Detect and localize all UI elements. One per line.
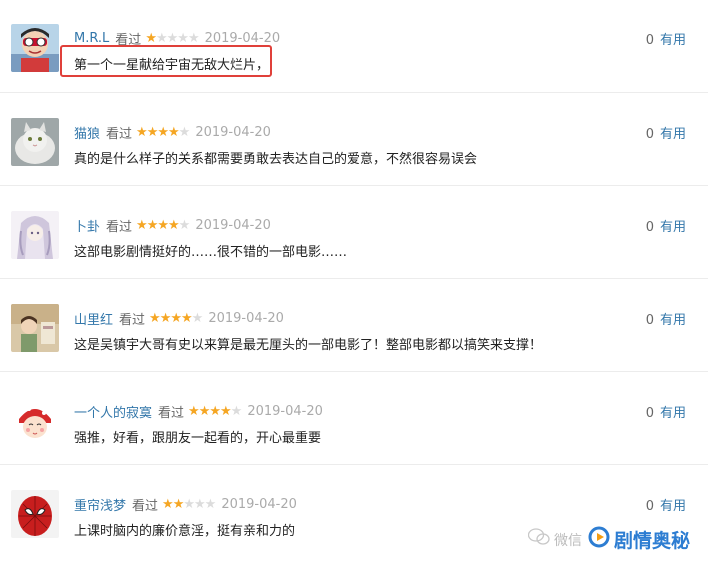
review-date: 2019-04-20 (247, 404, 323, 419)
star-filled-icon: ★ (168, 218, 180, 233)
username-link[interactable]: 猫狼 (74, 123, 100, 142)
useful-button[interactable]: 0 有用 (646, 309, 686, 328)
useful-label: 有用 (659, 499, 686, 514)
avatar[interactable] (11, 118, 59, 166)
star-filled-icon: ★ (172, 497, 185, 512)
avatar[interactable] (11, 211, 59, 259)
review-comment: 真的是什么样子的关系都需要勇敢去表达自己的爱意，不然很容易误会 (74, 152, 478, 167)
username-link[interactable]: 一个人的寂寞 (74, 402, 152, 421)
star-empty-icon: ★ (194, 497, 206, 512)
star-filled-icon: ★ (157, 218, 169, 233)
star-filled-icon: ★ (146, 125, 159, 140)
useful-label: 有用 (659, 406, 686, 421)
review-meta: 一个人的寂寞 看过 ★ ★ ★ ★ ★ 2019-04-20 (74, 402, 323, 421)
star-filled-icon: ★ (157, 125, 169, 140)
star-filled-icon: ★ (146, 218, 159, 233)
star-filled-icon: ★ (198, 404, 211, 419)
useful-button[interactable]: 0 有用 (646, 123, 686, 142)
star-filled-icon: ★ (188, 404, 200, 419)
star-empty-icon: ★ (178, 218, 191, 233)
review-date: 2019-04-20 (208, 311, 284, 326)
username-link[interactable]: 卜卦 (74, 216, 100, 235)
useful-label: 有用 (659, 127, 686, 142)
useful-button[interactable]: 0 有用 (646, 216, 686, 235)
review-comment: 上课时脑内的廉价意淫，挺有亲和力的 (74, 524, 296, 539)
review-meta: 卜卦 看过 ★ ★ ★ ★ ★ 2019-04-20 (74, 216, 271, 235)
username-link[interactable]: 重帘浅梦 (74, 495, 126, 514)
rating-stars: ★ ★ ★ ★ ★ (188, 404, 243, 419)
rating-stars: ★ ★ ★ ★ ★ (145, 31, 200, 46)
useful-count: 0 (645, 313, 654, 328)
review-date: 2019-04-20 (204, 31, 281, 46)
rating-stars: ★ ★ ★ ★ ★ (162, 497, 217, 512)
star-empty-icon: ★ (187, 31, 200, 46)
star-filled-icon: ★ (159, 311, 172, 326)
useful-label: 有用 (659, 33, 686, 48)
watermark-prefix: 微信 (553, 532, 582, 549)
review-comment: 这是吴镇宇大哥有史以来算是最无厘头的一部电影了！整部电影都以搞笑来支撑！ (74, 338, 543, 353)
useful-count: 0 (645, 406, 654, 421)
star-empty-icon: ★ (177, 31, 189, 46)
star-empty-icon: ★ (230, 404, 243, 419)
watermark: 微信 剧情奥秘 (527, 526, 690, 553)
star-filled-icon: ★ (136, 125, 148, 140)
rating-stars: ★ ★ ★ ★ ★ (136, 218, 191, 233)
watched-label: 看过 (106, 127, 133, 142)
star-filled-icon: ★ (145, 31, 157, 46)
star-filled-icon: ★ (162, 497, 174, 512)
brand-logo-icon (588, 526, 610, 553)
review-item: 卜卦 看过 ★ ★ ★ ★ ★ 2019-04-20 0 有用 这部电影剧情挺好的……很不… (0, 186, 708, 279)
useful-button[interactable]: 0 有用 (646, 402, 686, 421)
review-item: 一个人的寂寞 看过 ★ ★ ★ ★ ★ 2019-04-20 0 有用 强推，好看，跟朋友… (0, 372, 708, 465)
useful-count: 0 (645, 499, 654, 514)
avatar[interactable] (11, 304, 59, 352)
wechat-icon (527, 528, 550, 551)
star-empty-icon: ★ (178, 125, 191, 140)
star-empty-icon: ★ (183, 497, 195, 512)
star-filled-icon: ★ (209, 404, 221, 419)
username-link[interactable]: M.R.L (74, 31, 109, 46)
star-filled-icon: ★ (136, 218, 148, 233)
review-meta: 猫狼 看过 ★ ★ ★ ★ ★ 2019-04-20 (74, 123, 271, 142)
star-empty-icon: ★ (155, 31, 168, 46)
review-item: M.R.L 看过 ★ ★ ★ ★ ★ 2019-04-20 0 有用 第一个一星献给宇宙无… (0, 0, 708, 93)
review-comment: 第一个一星献给宇宙无敌大烂片， (74, 58, 270, 73)
avatar[interactable] (11, 490, 59, 538)
watched-label: 看过 (119, 313, 146, 328)
star-filled-icon: ★ (220, 404, 232, 419)
useful-count: 0 (645, 33, 654, 48)
star-empty-icon: ★ (191, 311, 204, 326)
review-item: 山里红 看过 ★ ★ ★ ★ ★ 2019-04-20 0 有用 这是吴镇宇大哥有史以来算… (0, 279, 708, 372)
useful-label: 有用 (659, 313, 686, 328)
review-meta: 重帘浅梦 看过 ★ ★ ★ ★ ★ 2019-04-20 (74, 495, 297, 514)
watermark-brand: 剧情奥秘 (613, 530, 690, 552)
useful-button[interactable]: 0 有用 (646, 29, 686, 48)
avatar[interactable] (11, 397, 59, 445)
review-comment: 这部电影剧情挺好的……很不错的一部电影…… (74, 245, 348, 260)
review-comment: 强推，好看，跟朋友一起看的，开心最重要 (74, 431, 322, 446)
useful-count: 0 (645, 127, 654, 142)
review-meta: 山里红 看过 ★ ★ ★ ★ ★ 2019-04-20 (74, 309, 284, 328)
watched-label: 看过 (106, 220, 133, 235)
username-link[interactable]: 山里红 (74, 309, 113, 328)
rating-stars: ★ ★ ★ ★ ★ (149, 311, 204, 326)
review-list: M.R.L 看过 ★ ★ ★ ★ ★ 2019-04-20 0 有用 第一个一星献给宇宙无… (0, 0, 708, 565)
rating-stars: ★ ★ ★ ★ ★ (136, 125, 191, 140)
useful-label: 有用 (659, 220, 686, 235)
star-filled-icon: ★ (168, 125, 180, 140)
star-filled-icon: ★ (149, 311, 161, 326)
avatar[interactable] (11, 24, 59, 72)
star-empty-icon: ★ (166, 31, 179, 46)
review-item: 猫狼 看过 ★ ★ ★ ★ ★ 2019-04-20 0 有用 真的是什么样子的关系都需要… (0, 93, 708, 186)
review-date: 2019-04-20 (195, 218, 271, 233)
review-date: 2019-04-20 (195, 125, 271, 140)
star-filled-icon: ★ (170, 311, 182, 326)
star-filled-icon: ★ (181, 311, 193, 326)
review-date: 2019-04-20 (221, 497, 297, 512)
useful-button[interactable]: 0 有用 (646, 495, 686, 514)
useful-count: 0 (645, 220, 654, 235)
watched-label: 看过 (158, 406, 185, 421)
watched-label: 看过 (132, 499, 159, 514)
star-empty-icon: ★ (204, 497, 217, 512)
